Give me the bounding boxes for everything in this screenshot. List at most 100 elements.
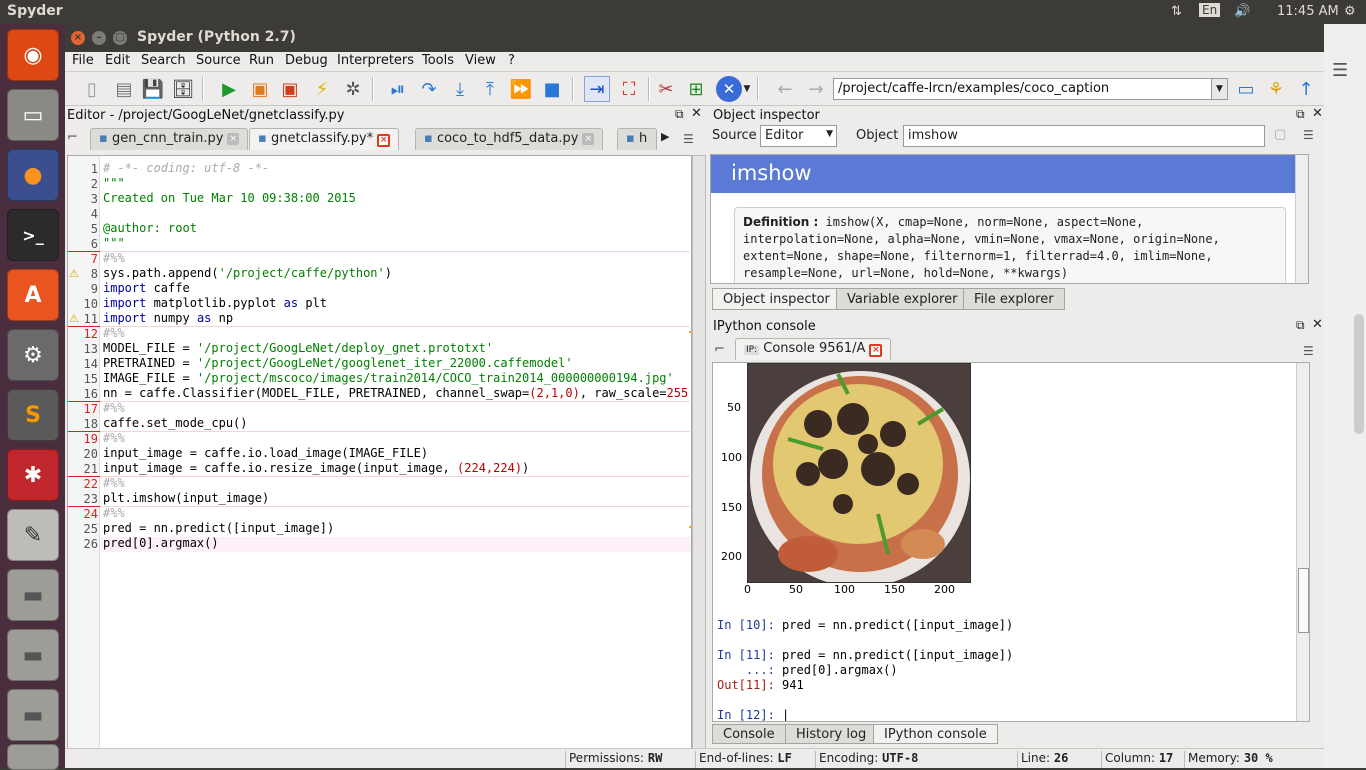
tab-file-explorer[interactable]: File explorer [963,288,1065,310]
save-all-icon[interactable]: 🗄 [170,76,196,102]
menu-help[interactable]: ? [508,53,515,68]
tab-variable-explorer[interactable]: Variable explorer [836,288,969,310]
close-window-icon[interactable]: × [71,31,85,45]
stop-icon[interactable]: ✕ [716,76,742,102]
working-directory-input[interactable]: /project/caffe-lrcn/examples/coco_captio… [833,78,1228,100]
undock-icon[interactable]: ⧉ [675,107,684,122]
options-icon[interactable]: ☰ [1303,344,1314,358]
settings-gear-icon[interactable]: ⚙ [1344,4,1356,19]
menu-interpreters[interactable]: Interpreters [337,53,414,68]
terminal-icon[interactable]: >_ [7,209,59,261]
firefox-icon[interactable]: ● [7,149,59,201]
tab-history-log[interactable]: History log [785,724,878,744]
console-line: In [11]: pred = nn.predict([input_image]… [717,648,1014,662]
sublime-icon[interactable]: S [7,389,59,441]
step-into-icon[interactable]: ⤓ [447,76,473,102]
run-configure-icon[interactable]: ▣ [247,76,273,102]
ubuntu-icon[interactable]: ◉ [7,29,59,81]
object-input[interactable]: imshow [903,125,1265,147]
drive-icon[interactable]: ▬ [7,689,59,741]
console-output[interactable]: 50 100 150 200 0 50 100 150 200 In [10]:… [712,362,1310,722]
menu-file[interactable]: File [72,53,94,68]
network-arrows-icon[interactable]: ⇅ [1171,4,1182,19]
code-line: PRETRAINED = '/project/GoogLeNet/googlen… [103,356,573,370]
undock-icon[interactable]: ⧉ [1296,318,1305,333]
tab-object-inspector[interactable]: Object inspector [712,288,841,310]
new-file-icon[interactable]: ▯ [79,76,105,102]
console-line: ...: pred[0].argmax() [717,663,898,677]
keyboard-layout[interactable]: En [1199,3,1221,17]
menu-view[interactable]: View [465,53,496,68]
lock-icon[interactable]: ▢ [1274,127,1286,142]
menu-debug[interactable]: Debug [285,53,328,68]
tab-options-icon[interactable]: ☰ [683,132,694,146]
options-icon[interactable]: ☰ [1303,128,1314,142]
doc-scrollbar[interactable] [1295,155,1308,283]
step-return-icon[interactable]: ⤒ [477,76,503,102]
tab-overflow[interactable]: ▪ h [617,128,657,150]
back-arrow-icon[interactable]: ← [772,76,798,102]
debug-bug-icon[interactable]: ✲ [340,76,366,102]
drive-icon[interactable]: ▬ [7,629,59,681]
step-over-icon[interactable]: ↷ [416,76,442,102]
fullscreen-icon[interactable]: ⛶ [616,76,642,102]
preferences-tools-icon[interactable]: ✂ [653,76,679,102]
volume-icon[interactable]: 🔊 [1234,4,1250,19]
warning-icon[interactable]: ⚠ [69,312,79,325]
python-icon[interactable]: ⚘ [1263,76,1289,102]
vertical-scrollbar[interactable] [692,155,706,749]
network-icon[interactable]: ✱ [7,449,59,501]
scrollbar[interactable] [1354,314,1364,434]
settings-icon[interactable]: ⚙ [7,329,59,381]
stop-debug-icon[interactable]: ■ [539,76,565,102]
hamburger-menu-icon[interactable]: ☰ [1332,60,1348,81]
chevron-down-icon[interactable]: ▼ [741,76,753,102]
tab-gen-cnn-train[interactable]: ▪ gen_cnn_train.py × [90,128,249,150]
run-icon[interactable]: ▶ [216,76,242,102]
trash-icon[interactable] [7,744,59,770]
maximize-window-icon[interactable]: □ [113,31,127,45]
continue-icon[interactable]: ⏩ [508,76,534,102]
console-input-line[interactable]: In [12]: | [717,708,789,721]
open-file-icon[interactable]: ▤ [111,76,137,102]
run-again-icon[interactable]: ▣ [277,76,303,102]
working-directory-dropdown-icon[interactable]: ▼ [1211,78,1228,100]
warning-icon[interactable]: ⚠ [69,267,79,280]
menu-source[interactable]: Source [196,53,241,68]
x-tick: 150 [884,583,905,596]
save-icon[interactable]: 💾 [140,76,166,102]
tab-scroll-right-icon[interactable]: ▶ [661,130,669,143]
tab-console[interactable]: Console [712,724,786,744]
software-center-icon[interactable]: A [7,269,59,321]
tab-coco-to-hdf5-data[interactable]: ▪ coco_to_hdf5_data.py × [415,128,604,150]
files-icon[interactable]: ▭ [7,89,59,141]
tab-console-9561[interactable]: IP: Console 9561/A × [735,338,892,360]
editor-pane: Editor - /project/GoogLeNet/gnetclassify… [65,106,708,768]
menu-tools[interactable]: Tools [422,53,454,68]
console-scrollbar[interactable] [1296,363,1309,721]
file-browse-icon[interactable]: ⌐ [67,130,78,145]
run-selection-icon[interactable]: ⚡ [309,76,335,102]
menu-search[interactable]: Search [141,53,186,68]
close-pane-icon[interactable]: ✕ [691,106,702,121]
forward-arrow-icon[interactable]: → [803,76,829,102]
source-select[interactable]: Editor ▼ [760,125,837,147]
parent-directory-arrow-icon[interactable]: ↑ [1293,76,1319,102]
browse-directory-icon[interactable]: ▭ [1233,76,1259,102]
debug-start-icon[interactable]: ⏯ [385,76,411,102]
drive-icon[interactable]: ▬ [7,569,59,621]
menu-run[interactable]: Run [249,53,274,68]
close-pane-icon[interactable]: ✕ [1312,317,1323,332]
minimize-window-icon[interactable]: – [92,31,106,45]
close-pane-icon[interactable]: ✕ [1312,106,1323,121]
text-editor-icon[interactable]: ✎ [7,509,59,561]
clock[interactable]: 11:45 AM [1277,4,1339,19]
menu-edit[interactable]: Edit [105,53,130,68]
tab-gnetclassify[interactable]: ▪ gnetclassify.py* × [249,128,400,150]
python-path-icon[interactable]: ⊞ [683,76,709,102]
undock-icon[interactable]: ⧉ [1296,107,1305,122]
maximize-pane-icon[interactable]: ⇥ [584,76,610,102]
code-editor[interactable]: 1 2 3 4 5 6 7 8 ⚠ 9 10 11 ⚠ 12 13 14 15 16 17 18 19 20 21 22 23 2… [67,155,695,749]
new-console-icon[interactable]: ⌐ [714,342,725,357]
tab-ipython-console[interactable]: IPython console [873,724,998,744]
